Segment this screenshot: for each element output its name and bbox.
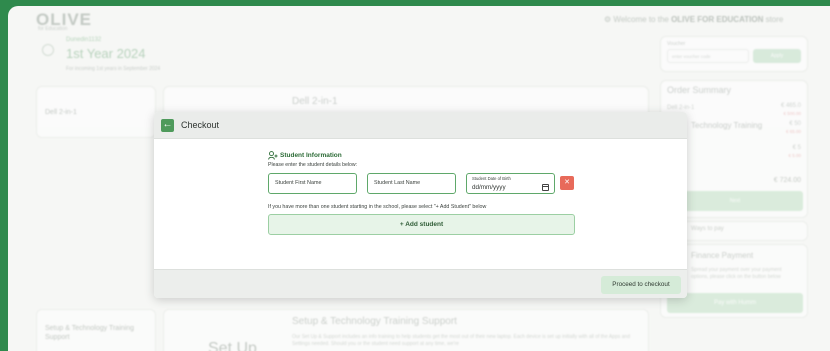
- delete-student-button[interactable]: ✕: [560, 176, 574, 190]
- product-left-card: Dell 2-in-1: [36, 86, 156, 138]
- pay-with-humm-button[interactable]: Pay with Humm: [667, 293, 803, 313]
- back-arrow-icon[interactable]: ←: [161, 119, 174, 132]
- modal-body: Student Information Please enter the stu…: [154, 140, 687, 269]
- dob-label: Student Date of Birth: [472, 176, 511, 181]
- school-label: Dunedin1132: [66, 37, 102, 43]
- checkout-modal: ← Checkout Student Information Please en…: [154, 112, 687, 298]
- section-title: Student Information: [280, 152, 342, 159]
- student-first-name-input[interactable]: Student First Name: [268, 173, 357, 194]
- product-left-card-2: Setup & Technology Training Support: [36, 309, 156, 351]
- voucher-input[interactable]: enter voucher code: [667, 49, 749, 63]
- voucher-apply-button[interactable]: Apply: [753, 49, 801, 63]
- multi-student-note: If you have more than one student starti…: [268, 204, 487, 210]
- proceed-to-checkout-button[interactable]: Proceed to checkout: [601, 276, 681, 294]
- student-add-icon: [268, 151, 278, 160]
- last-name-placeholder: Student Last Name: [374, 180, 421, 186]
- dob-value: dd/mm/yyyy: [472, 184, 506, 191]
- student-dob-input[interactable]: Student Date of Birth dd/mm/yyyy: [466, 173, 555, 194]
- product-card-2: Setup & Technology Training Support Set …: [163, 309, 649, 351]
- add-student-button[interactable]: + Add student: [268, 214, 575, 235]
- modal-title: Checkout: [181, 120, 220, 130]
- year-note: For incoming 1st years in September 2024: [66, 66, 161, 72]
- school-icon: [42, 44, 54, 56]
- modal-footer: Proceed to checkout: [154, 269, 687, 298]
- first-name-placeholder: Student First Name: [275, 180, 322, 186]
- section-description: Please enter the student details below:: [268, 162, 358, 168]
- logo-subtitle: for Education: [38, 26, 68, 32]
- student-last-name-input[interactable]: Student Last Name: [367, 173, 456, 194]
- calendar-icon[interactable]: [542, 184, 549, 191]
- welcome-text: ⚙ Welcome to the OLIVE FOR EDUCATION sto…: [604, 15, 784, 24]
- voucher-card: Voucher enter voucher code Apply: [660, 36, 808, 72]
- modal-header: ← Checkout: [154, 112, 687, 139]
- year-title: 1st Year 2024: [66, 46, 146, 61]
- order-next-button[interactable]: Next: [667, 191, 803, 211]
